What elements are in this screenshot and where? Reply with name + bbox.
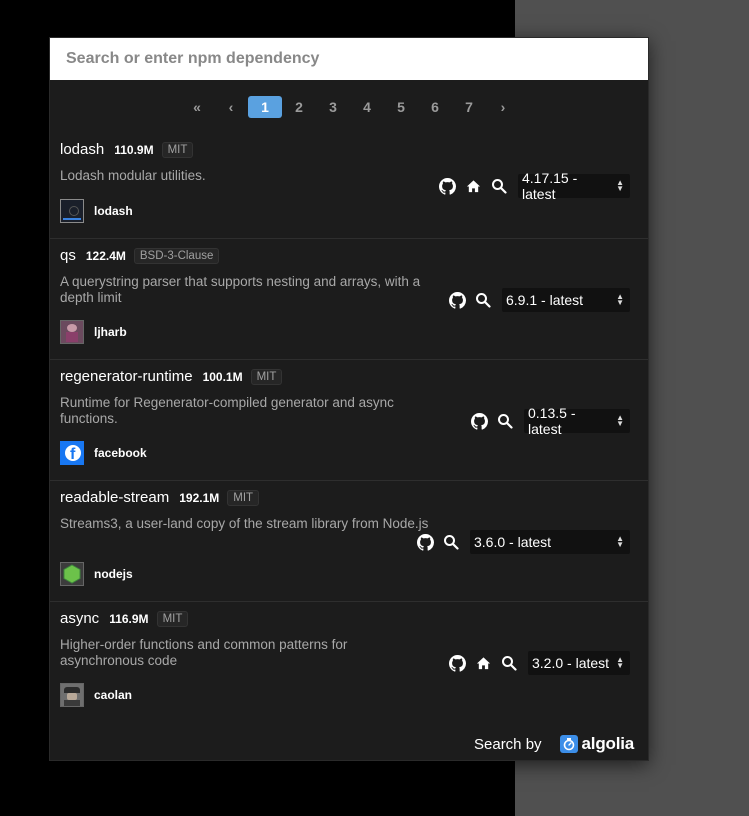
owner-name: facebook xyxy=(94,446,147,460)
version-select[interactable]: 6.9.1 - latest ▲ ▼ xyxy=(502,288,630,312)
result-header: qs 122.4M BSD-3-Clause xyxy=(60,247,220,264)
owner-avatar xyxy=(60,199,84,223)
package-description: Lodash modular utilities. xyxy=(60,168,206,183)
version-value: 3.6.0 - latest xyxy=(474,534,552,550)
page-7-button[interactable]: 7 xyxy=(452,96,486,118)
download-count: 122.4M xyxy=(85,248,126,263)
select-arrows-icon: ▲ ▼ xyxy=(616,655,624,670)
download-count: 116.9M xyxy=(109,611,149,626)
package-description: Higher-order functions and common patter… xyxy=(60,637,348,668)
page-1-button[interactable]: 1 xyxy=(248,96,282,118)
download-count: 192.1M xyxy=(179,490,220,505)
package-name[interactable]: lodash xyxy=(60,141,104,158)
prev-page-button[interactable]: ‹ xyxy=(214,96,248,118)
result-actions: 3.6.0 - latest ▲ ▼ xyxy=(412,530,630,554)
owner-name: caolan xyxy=(94,688,133,702)
pagination: « ‹ 1 2 3 4 5 6 7 › xyxy=(50,96,648,118)
version-select[interactable]: 0.13.5 - latest ▲ ▼ xyxy=(524,405,630,437)
owner-avatar: f xyxy=(60,441,84,465)
select-arrows-icon: ▲ ▼ xyxy=(616,413,624,428)
package-description: Streams3, a user-land copy of the stream… xyxy=(60,516,429,531)
owner[interactable]: nodejs xyxy=(60,562,133,586)
algolia-brand: algolia xyxy=(581,734,635,753)
license-badge: MIT xyxy=(250,368,283,385)
download-count: 110.9M xyxy=(114,142,154,157)
owner-name: ljharb xyxy=(94,325,127,339)
result-item-qs[interactable]: qs 122.4M BSD-3-Clause A querystring par… xyxy=(50,239,648,360)
result-header: readable-stream 192.1M MIT xyxy=(60,489,260,506)
github-icon[interactable] xyxy=(434,175,460,197)
home-icon[interactable] xyxy=(460,175,486,197)
search-by-algolia[interactable]: Search by algolia xyxy=(474,734,634,754)
search-icon[interactable] xyxy=(486,175,512,197)
search-by-label: Search by xyxy=(474,735,542,753)
package-description: Runtime for Regenerator-compiled generat… xyxy=(60,395,394,426)
version-value: 0.13.5 - latest xyxy=(528,405,576,437)
github-icon[interactable] xyxy=(444,289,470,311)
result-item-regenerator-runtime[interactable]: regenerator-runtime 100.1M MIT Runtime f… xyxy=(50,360,648,481)
result-item-readable-stream[interactable]: readable-stream 192.1M MIT Streams3, a u… xyxy=(50,481,648,602)
search-icon[interactable] xyxy=(470,289,496,311)
result-header: lodash 110.9M MIT xyxy=(60,141,194,158)
version-select[interactable]: 3.2.0 - latest ▲ ▼ xyxy=(528,651,630,675)
version-select[interactable]: 4.17.15 - latest ▲ ▼ xyxy=(518,170,630,202)
search-icon[interactable] xyxy=(438,531,464,553)
owner-name: nodejs xyxy=(94,567,133,581)
license-badge: MIT xyxy=(156,610,189,627)
search-icon[interactable] xyxy=(492,410,518,432)
result-item-async[interactable]: async 116.9M MIT Higher-order functions … xyxy=(50,602,648,723)
result-actions: 4.17.15 - latest ▲ ▼ xyxy=(434,170,630,202)
download-count: 100.1M xyxy=(202,369,243,384)
page-3-button[interactable]: 3 xyxy=(316,96,350,118)
owner-name: lodash xyxy=(94,204,133,218)
select-arrows-icon: ▲ ▼ xyxy=(616,534,624,549)
package-name[interactable]: readable-stream xyxy=(60,489,169,506)
package-name[interactable]: qs xyxy=(60,247,76,264)
search-input[interactable] xyxy=(50,38,648,80)
license-badge: MIT xyxy=(227,489,260,506)
version-select[interactable]: 3.6.0 - latest ▲ ▼ xyxy=(470,530,630,554)
search-icon[interactable] xyxy=(496,652,522,674)
version-value: 6.9.1 - latest xyxy=(506,292,584,308)
next-page-button[interactable]: › xyxy=(486,96,520,118)
package-description: A querystring parser that supports nesti… xyxy=(60,274,421,305)
owner[interactable]: caolan xyxy=(60,683,132,707)
page-2-button[interactable]: 2 xyxy=(282,96,316,118)
version-value: 4.17.15 - latest xyxy=(522,170,578,202)
select-arrows-icon: ▲ ▼ xyxy=(616,292,624,307)
result-actions: 3.2.0 - latest ▲ ▼ xyxy=(444,651,630,675)
package-name[interactable]: async xyxy=(60,610,99,627)
license-badge: BSD-3-Clause xyxy=(133,247,220,264)
page-4-button[interactable]: 4 xyxy=(350,96,384,118)
select-arrows-icon: ▲ ▼ xyxy=(616,178,624,193)
version-value: 3.2.0 - latest xyxy=(532,655,610,671)
owner-avatar xyxy=(60,320,84,344)
license-badge: MIT xyxy=(161,141,194,158)
first-page-button[interactable]: « xyxy=(180,96,214,118)
owner-avatar xyxy=(60,562,84,586)
owner-avatar xyxy=(60,683,84,707)
result-actions: 0.13.5 - latest ▲ ▼ xyxy=(466,405,630,437)
owner[interactable]: lodash xyxy=(60,199,133,223)
result-header: async 116.9M MIT xyxy=(60,610,189,627)
package-name[interactable]: regenerator-runtime xyxy=(60,368,193,385)
github-icon[interactable] xyxy=(466,410,492,432)
page-5-button[interactable]: 5 xyxy=(384,96,418,118)
dependency-search-dropdown: « ‹ 1 2 3 4 5 6 7 › lodash 110.9M MIT Lo… xyxy=(49,37,649,761)
result-header: regenerator-runtime 100.1M MIT xyxy=(60,368,283,385)
github-icon[interactable] xyxy=(412,531,438,553)
home-icon[interactable] xyxy=(470,652,496,674)
result-item-lodash[interactable]: lodash 110.9M MIT Lodash modular utiliti… xyxy=(50,133,648,239)
owner[interactable]: ljharb xyxy=(60,320,127,344)
result-actions: 6.9.1 - latest ▲ ▼ xyxy=(444,288,630,312)
github-icon[interactable] xyxy=(444,652,470,674)
algolia-logo-icon xyxy=(559,735,578,753)
page-6-button[interactable]: 6 xyxy=(418,96,452,118)
owner[interactable]: f facebook xyxy=(60,441,147,465)
